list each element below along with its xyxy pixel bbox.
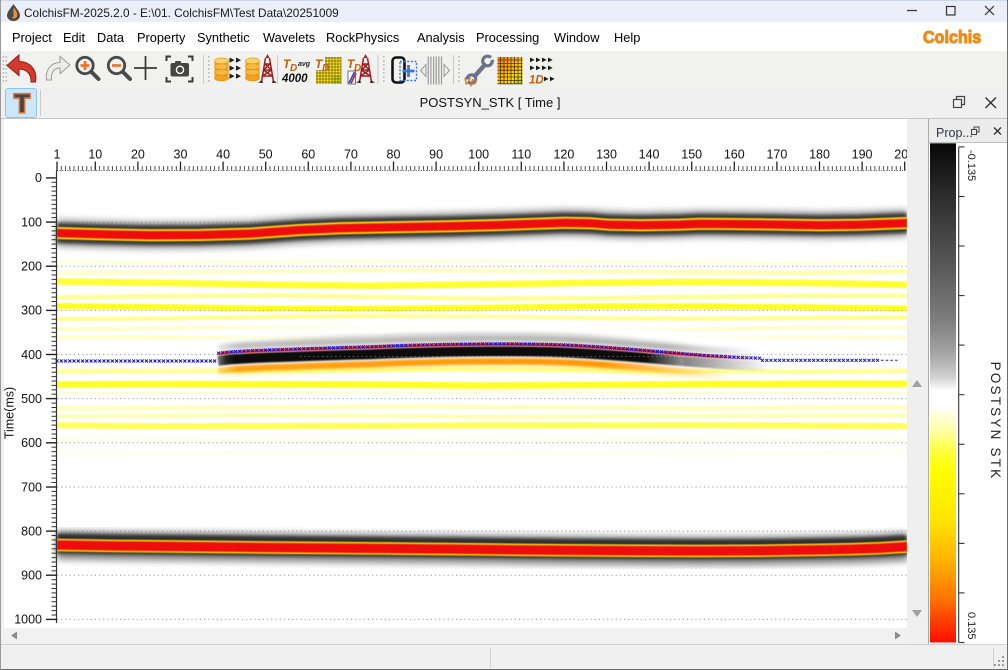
svg-text:140: 140 — [639, 148, 660, 162]
svg-text:50: 50 — [259, 148, 273, 162]
svg-text:90: 90 — [429, 148, 443, 162]
svg-text:0.135: 0.135 — [965, 612, 977, 640]
svg-text:150: 150 — [681, 148, 702, 162]
svg-text:190: 190 — [852, 148, 873, 162]
svg-text:4000: 4000 — [281, 73, 308, 85]
svg-text:100: 100 — [468, 148, 489, 162]
svg-text:180: 180 — [809, 148, 830, 162]
svg-text:0: 0 — [35, 171, 42, 185]
svg-text:500: 500 — [21, 392, 42, 406]
svg-text:200: 200 — [21, 260, 42, 274]
svg-text:170: 170 — [766, 148, 787, 162]
svg-text:POSTSYN STK: POSTSYN STK — [988, 362, 1003, 481]
svg-text:1: 1 — [54, 148, 61, 162]
svg-text:200: 200 — [894, 148, 908, 162]
svg-text:700: 700 — [21, 480, 42, 494]
svg-text:800: 800 — [21, 524, 42, 538]
svg-text:900: 900 — [21, 569, 42, 583]
svg-text:40: 40 — [216, 148, 230, 162]
svg-text:110: 110 — [511, 148, 531, 162]
svg-text:Time(ms): Time(ms) — [4, 387, 17, 439]
svg-text:100: 100 — [21, 215, 42, 229]
svg-text:400: 400 — [21, 348, 42, 362]
svg-text:10: 10 — [88, 148, 102, 162]
svg-text:80: 80 — [387, 148, 401, 162]
svg-text:60: 60 — [301, 148, 315, 162]
svg-text:600: 600 — [21, 436, 42, 450]
svg-text:D: D — [322, 63, 329, 74]
svg-text:20: 20 — [131, 148, 145, 162]
svg-text:300: 300 — [21, 304, 42, 318]
svg-text:30: 30 — [174, 148, 188, 162]
svg-text:130: 130 — [596, 148, 617, 162]
svg-text:120: 120 — [553, 148, 574, 162]
svg-text:1000: 1000 — [14, 613, 42, 627]
svg-text:1D: 1D — [529, 75, 544, 87]
svg-text:-0.135: -0.135 — [965, 150, 977, 181]
svg-text:avg: avg — [298, 61, 311, 68]
svg-text:160: 160 — [724, 148, 745, 162]
svg-text:70: 70 — [344, 148, 358, 162]
svg-text:Prop...: Prop... — [936, 126, 973, 140]
svg-text:Vp: Vp — [464, 76, 478, 88]
